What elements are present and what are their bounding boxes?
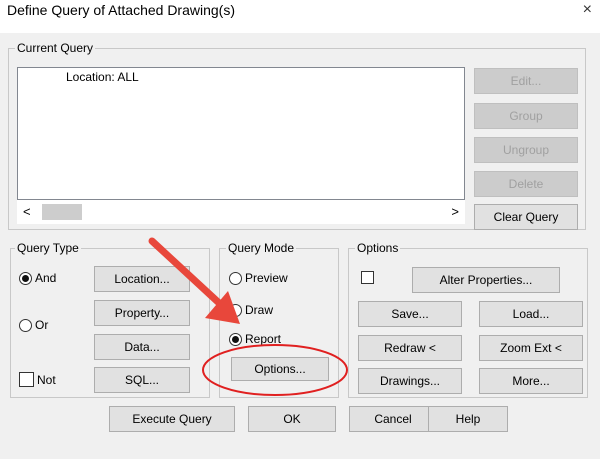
radio-empty-icon[interactable]: [19, 318, 32, 332]
report-label: Report: [245, 332, 282, 346]
report-radio[interactable]: Report: [229, 332, 281, 346]
draw-label: Draw: [245, 303, 274, 317]
query-listbox[interactable]: Location: ALL: [17, 67, 465, 200]
and-label: And: [35, 271, 57, 285]
query-type-label: Query Type: [15, 241, 81, 255]
radio-selected-icon[interactable]: [229, 332, 242, 346]
scroll-right-icon[interactable]: >: [451, 204, 459, 219]
preview-radio[interactable]: Preview: [229, 271, 288, 285]
alter-checkbox[interactable]: [361, 271, 374, 284]
save-button[interactable]: Save...: [358, 301, 462, 327]
close-icon[interactable]: ×: [583, 0, 592, 20]
options-label: Options: [355, 241, 401, 255]
delete-button[interactable]: Delete: [474, 171, 578, 197]
or-radio[interactable]: Or: [19, 318, 48, 332]
not-label: Not: [37, 372, 56, 387]
window-title: Define Query of Attached Drawing(s): [7, 2, 235, 18]
group-button[interactable]: Group: [474, 103, 578, 129]
current-query-label: Current Query: [15, 41, 96, 55]
redraw-button[interactable]: Redraw <: [358, 335, 462, 361]
data-button[interactable]: Data...: [94, 334, 190, 360]
help-button[interactable]: Help: [428, 406, 508, 432]
drawings-button[interactable]: Drawings...: [358, 368, 462, 394]
edit-button[interactable]: Edit...: [474, 68, 578, 94]
alter-properties-button[interactable]: Alter Properties...: [412, 267, 560, 293]
radio-selected-icon[interactable]: [19, 271, 32, 285]
load-button[interactable]: Load...: [479, 301, 583, 327]
mode-options-button[interactable]: Options...: [231, 357, 329, 381]
scrollbar-thumb[interactable]: [42, 204, 82, 220]
checkbox-icon[interactable]: [19, 372, 34, 387]
ungroup-button[interactable]: Ungroup: [474, 137, 578, 163]
zoom-ext-button[interactable]: Zoom Ext <: [479, 335, 583, 361]
ok-button[interactable]: OK: [248, 406, 336, 432]
more-button[interactable]: More...: [479, 368, 583, 394]
horizontal-scrollbar[interactable]: < >: [17, 200, 465, 224]
and-radio[interactable]: And: [19, 271, 56, 285]
preview-label: Preview: [245, 271, 288, 285]
scroll-left-icon[interactable]: <: [23, 204, 31, 219]
draw-radio[interactable]: Draw: [229, 303, 273, 317]
property-button[interactable]: Property...: [94, 300, 190, 326]
radio-empty-icon[interactable]: [229, 303, 242, 317]
radio-empty-icon[interactable]: [229, 271, 242, 285]
or-label: Or: [35, 318, 49, 332]
cancel-button[interactable]: Cancel: [349, 406, 437, 432]
sql-button[interactable]: SQL...: [94, 367, 190, 393]
query-line[interactable]: Location: ALL: [66, 70, 139, 84]
query-mode-label: Query Mode: [226, 241, 297, 255]
not-checkbox[interactable]: Not: [19, 372, 56, 387]
execute-query-button[interactable]: Execute Query: [109, 406, 235, 432]
clear-query-button[interactable]: Clear Query: [474, 204, 578, 230]
location-button[interactable]: Location...: [94, 266, 190, 292]
